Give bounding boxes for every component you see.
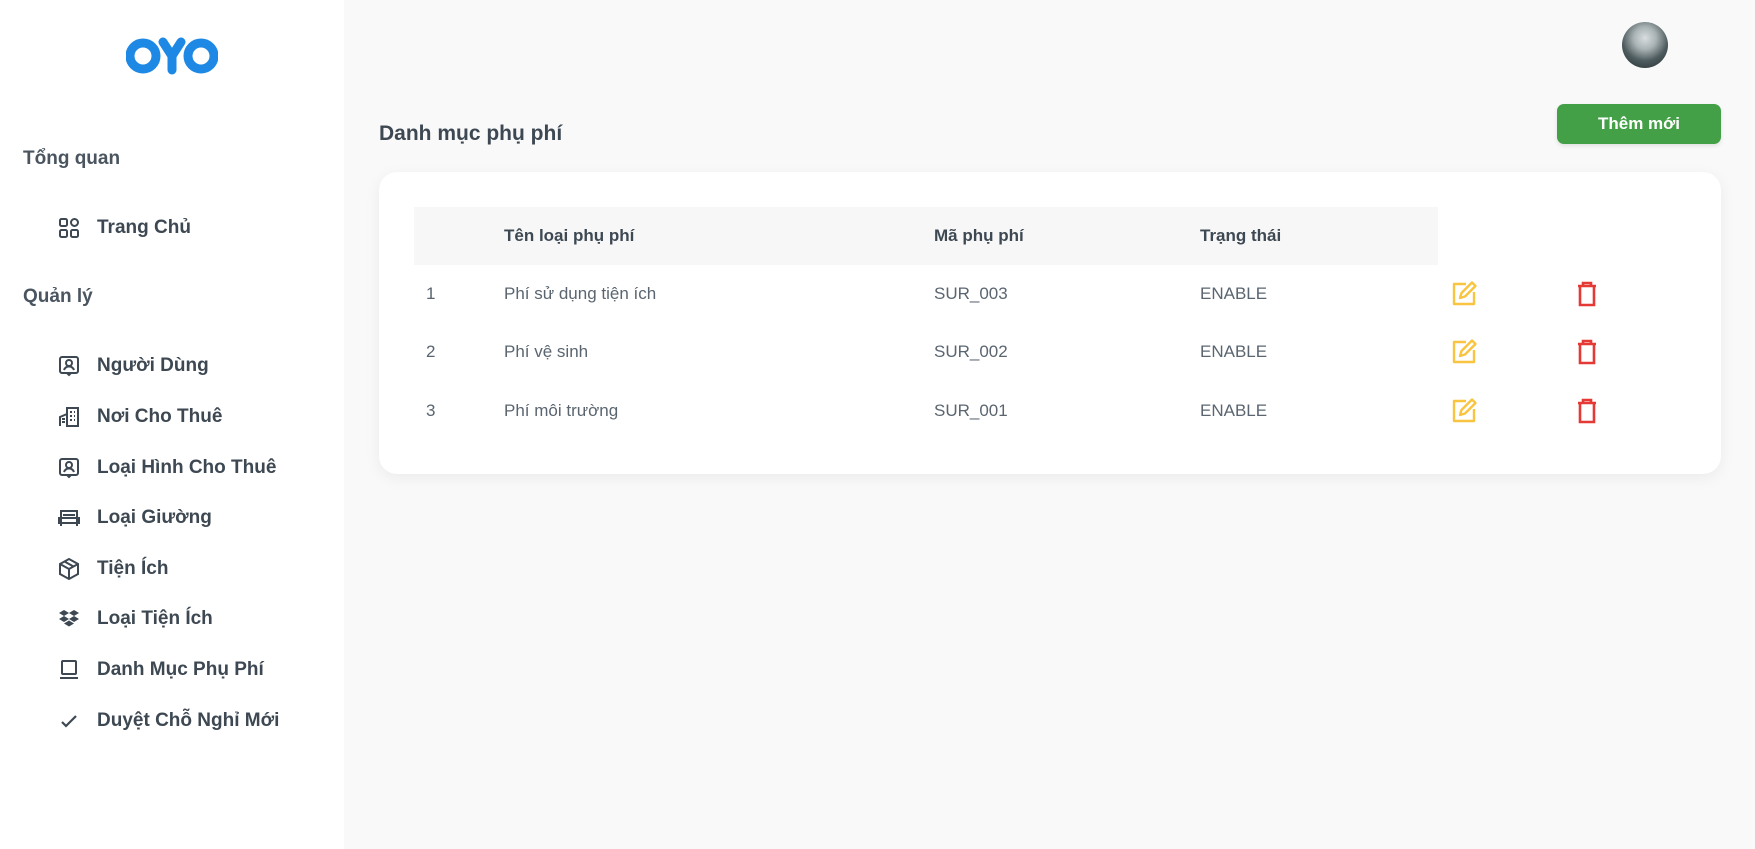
box-icon	[56, 556, 82, 582]
user-badge-icon	[56, 455, 82, 481]
sidebar-item-approve-new[interactable]: Duyệt Chỗ Nghỉ Mới	[56, 706, 279, 736]
row-status: ENABLE	[1200, 284, 1268, 303]
row-name: Phí sử dụng tiện ích	[504, 284, 657, 303]
row-code: SUR_001	[934, 401, 1008, 420]
sidebar-item-label: Loại Giường	[97, 507, 212, 528]
row-index: 2	[426, 342, 436, 361]
sidebar-item-amenity-types[interactable]: Loại Tiện Ích	[56, 604, 213, 634]
row-status: ENABLE	[1200, 342, 1268, 361]
sidebar-item-label: Người Dùng	[97, 355, 209, 376]
sidebar-item-label: Nơi Cho Thuê	[97, 406, 223, 427]
column-header-name: Tên loại phụ phí	[504, 226, 635, 245]
page-title: Danh mục phụ phí	[379, 122, 563, 145]
sidebar-item-home[interactable]: Trang Chủ	[56, 213, 191, 243]
table-row: 2 Phí vệ sinh SUR_002 ENABLE	[414, 323, 1684, 381]
sidebar-item-rental-types[interactable]: Loại Hình Cho Thuê	[56, 453, 276, 483]
sidebar-item-label: Duyệt Chỗ Nghỉ Mới	[97, 710, 280, 731]
row-name: Phí vệ sinh	[504, 342, 589, 361]
dropbox-icon	[56, 606, 82, 632]
sidebar-item-amenities[interactable]: Tiện Ích	[56, 554, 168, 584]
sidebar-item-label: Trang Chủ	[97, 217, 191, 238]
row-index: 1	[426, 284, 436, 303]
edit-icon[interactable]	[1446, 277, 1480, 311]
column-header-code: Mã phụ phí	[934, 226, 1024, 245]
trash-icon[interactable]	[1570, 394, 1604, 428]
sidebar-item-label: Loại Tiện Ích	[97, 608, 213, 629]
user-badge-icon	[56, 353, 82, 379]
row-name: Phí môi trường	[504, 401, 619, 420]
trash-icon[interactable]	[1570, 335, 1604, 369]
sidebar-item-label: Danh Mục Phụ Phí	[97, 659, 264, 680]
section-title-overview: Tổng quan	[23, 148, 121, 169]
trash-icon[interactable]	[1570, 277, 1604, 311]
surcharge-table-card: Tên loại phụ phí Mã phụ phí Trạng thái 1…	[379, 172, 1721, 474]
section-title-management: Quản lý	[23, 286, 93, 307]
oyo-logo[interactable]	[125, 36, 219, 76]
table-row: 3 Phí môi trường SUR_001 ENABLE	[414, 382, 1684, 440]
sidebar-item-label: Loại Hình Cho Thuê	[97, 457, 277, 478]
avatar[interactable]	[1622, 22, 1668, 68]
sidebar: Tổng quan Trang Chủ Quản lý Người Dùng N…	[0, 0, 344, 849]
bed-icon	[56, 505, 82, 531]
edit-icon[interactable]	[1446, 335, 1480, 369]
building-icon	[56, 404, 82, 430]
check-icon	[56, 708, 82, 734]
row-status: ENABLE	[1200, 401, 1268, 420]
column-header-status: Trạng thái	[1200, 226, 1282, 245]
sidebar-item-bed-types[interactable]: Loại Giường	[56, 503, 212, 533]
table-row: 1 Phí sử dụng tiện ích SUR_003 ENABLE	[414, 265, 1684, 323]
sidebar-item-users[interactable]: Người Dùng	[56, 351, 209, 381]
add-new-button[interactable]: Thêm mới	[1557, 104, 1721, 144]
row-code: SUR_002	[934, 342, 1008, 361]
sidebar-item-label: Tiện Ích	[97, 558, 169, 579]
row-index: 3	[426, 401, 436, 420]
laptop-icon	[56, 657, 82, 683]
row-code: SUR_003	[934, 284, 1008, 303]
edit-icon[interactable]	[1446, 394, 1480, 428]
sidebar-item-surcharges[interactable]: Danh Mục Phụ Phí	[56, 655, 264, 685]
sidebar-item-rentals[interactable]: Nơi Cho Thuê	[56, 402, 222, 432]
table-header: Tên loại phụ phí Mã phụ phí Trạng thái	[414, 207, 1438, 265]
dashboard-grid-icon	[56, 215, 82, 241]
